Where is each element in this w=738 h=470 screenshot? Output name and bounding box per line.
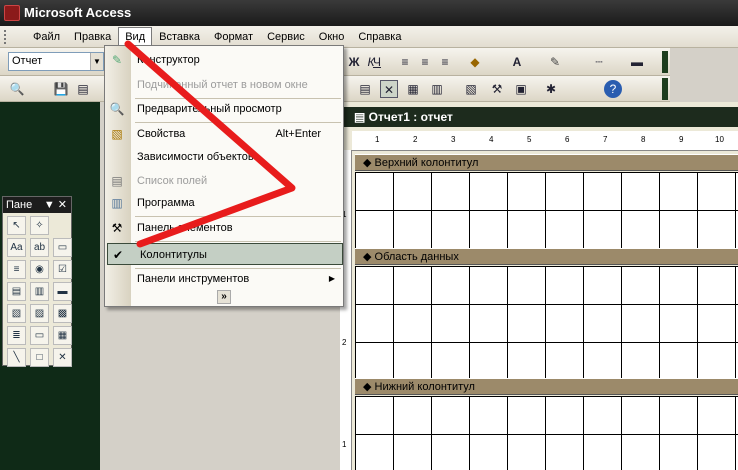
red-annotation-arrow bbox=[124, 40, 296, 248]
annotation-stroke bbox=[124, 40, 296, 248]
